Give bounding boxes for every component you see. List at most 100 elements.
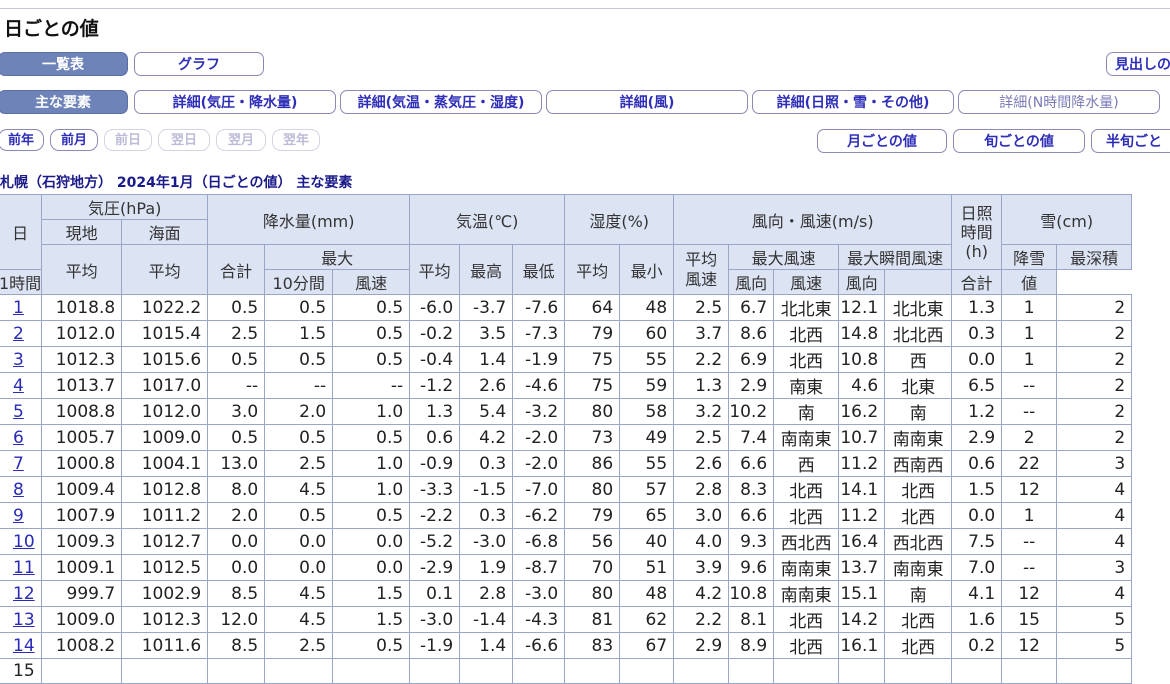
day-cell: 14 <box>0 632 43 659</box>
cell-w-avg: 2.2 <box>673 606 730 633</box>
day-link[interactable]: 8 <box>13 480 24 500</box>
day-link[interactable]: 2 <box>13 324 24 344</box>
day-link[interactable]: 1 <box>13 298 24 318</box>
dekad-values-button[interactable]: 旬ごとの値 <box>953 129 1085 153</box>
half-dekad-values-button[interactable]: 半旬ごと <box>1091 129 1170 153</box>
cell-t-max: -3.7 <box>459 294 514 321</box>
tab-detail-pressure-precip[interactable]: 詳細(気圧・降水量) <box>134 90 336 114</box>
cell-t-max <box>459 658 514 684</box>
cell-w-max-dir: 北西 <box>773 320 840 347</box>
cell-p-st: 1009.4 <box>41 476 123 503</box>
cell-snowfall: -- <box>1001 554 1058 581</box>
cell-t-max: -1.4 <box>459 606 514 633</box>
day-link[interactable]: 9 <box>13 506 24 526</box>
cell-t-min: -1.9 <box>512 346 566 373</box>
cell-g-dir: 北北東 <box>884 294 953 321</box>
tab-detail-sunshine-snow[interactable]: 詳細(日照・雪・その他) <box>752 90 954 114</box>
cell-sun: 0.2 <box>951 632 1003 659</box>
day-link[interactable]: 7 <box>13 454 24 474</box>
day-link[interactable]: 4 <box>13 376 24 396</box>
cell-w-avg: 4.2 <box>673 580 730 607</box>
header-max-wind: 最大風速 <box>728 244 840 270</box>
cell-sun: 4.1 <box>951 580 1003 607</box>
day-cell: 9 <box>0 502 43 529</box>
table-row: 15 <box>0 658 1133 684</box>
cell-t-avg: -1.9 <box>409 632 461 659</box>
cell-g-max: 13.7 <box>838 554 886 581</box>
cell-w-max: 2.9 <box>728 372 775 399</box>
cell-w-avg: 1.3 <box>673 372 730 399</box>
day-cell: 7 <box>0 450 43 477</box>
day-link[interactable]: 11 <box>13 558 35 578</box>
table-row: 4 1013.7 1017.0 -- -- -- -1.2 2.6 -4.6 75 59 1.3 2.9… <box>0 372 1133 399</box>
cell-h-avg: 80 <box>564 580 621 607</box>
cell-g-max: 14.8 <box>838 320 886 347</box>
cell-h-avg: 75 <box>564 346 621 373</box>
day-link[interactable]: 14 <box>13 636 35 656</box>
cell-g-max: 16.2 <box>838 398 886 425</box>
cell-sun: 0.0 <box>951 502 1003 529</box>
cell-t-max: 1.4 <box>459 632 514 659</box>
cell-sun <box>951 658 1003 684</box>
cell-h-avg: 83 <box>564 632 621 659</box>
day-link[interactable]: 6 <box>13 428 24 448</box>
cell-h-avg: 81 <box>564 606 621 633</box>
cell-pr-tot: 2.0 <box>207 502 266 529</box>
cell-t-avg <box>409 658 461 684</box>
cell-g-max: 12.1 <box>838 294 886 321</box>
day-link[interactable]: 5 <box>13 402 24 422</box>
header-snow: 雪(cm) <box>1001 194 1133 245</box>
cell-p-st <box>41 658 123 684</box>
next-month-button: 翌月 <box>216 129 266 151</box>
prev-year-button[interactable]: 前年 <box>0 129 44 151</box>
cell-t-max: -3.0 <box>459 528 514 555</box>
prev-month-button[interactable]: 前月 <box>50 129 98 151</box>
cell-g-dir: 南南東 <box>884 554 953 581</box>
cell-t-min <box>512 658 566 684</box>
cell-w-avg: 3.0 <box>673 502 730 529</box>
header-pressure: 気圧(hPa) <box>41 194 209 220</box>
cell-t-avg: -2.9 <box>409 554 461 581</box>
cell-p-sea: 1015.6 <box>121 346 209 373</box>
cell-pr-1h: 0.5 <box>264 502 334 529</box>
cell-p-st: 1013.7 <box>41 372 123 399</box>
cell-snowfall: 1 <box>1001 346 1058 373</box>
tab-detail-n-hour-precip[interactable]: 詳細(N時間降水量) <box>958 90 1160 114</box>
cell-t-max: 2.8 <box>459 580 514 607</box>
daily-values-table: 日 気圧(hPa) 降水量(mm) 気温(℃) 湿度(%) 風向・風速(m/s)… <box>0 194 1133 684</box>
day-link[interactable]: 3 <box>13 350 24 370</box>
cell-g-max: 16.1 <box>838 632 886 659</box>
cell-pr-tot: 3.0 <box>207 398 266 425</box>
day-link[interactable]: 13 <box>13 610 35 630</box>
cell-h-avg: 79 <box>564 502 621 529</box>
next-year-button: 翌年 <box>272 129 320 151</box>
header-button[interactable]: 見出しの <box>1106 52 1170 76</box>
cell-pr-tot: 0.5 <box>207 424 266 451</box>
cell-g-dir: 南南東 <box>884 424 953 451</box>
tab-list[interactable]: 一覧表 <box>0 52 128 76</box>
table-row: 10 1009.3 1012.7 0.0 0.0 0.0 -5.2 -3.0 -6.8 56 40 4… <box>0 528 1133 555</box>
table-caption: 札幌（石狩地方） 2024年1月（日ごとの値） 主な要素 <box>0 175 353 191</box>
header-total: 合計 <box>207 244 266 295</box>
cell-t-min: -6.8 <box>512 528 566 555</box>
cell-w-max: 9.6 <box>728 554 775 581</box>
tab-main-elements[interactable]: 主な要素 <box>0 90 128 114</box>
cell-t-avg: -1.2 <box>409 372 461 399</box>
monthly-values-button[interactable]: 月ごとの値 <box>817 129 947 153</box>
header-highest: 最高 <box>459 244 514 295</box>
tab-detail-temp-humidity[interactable]: 詳細(気温・蒸気圧・湿度) <box>340 90 542 114</box>
cell-pr-10m: 1.5 <box>332 606 411 633</box>
cell-pr-tot: 8.5 <box>207 580 266 607</box>
cell-g-max: 14.1 <box>838 476 886 503</box>
header-max-depth: 最深積 <box>1056 244 1133 270</box>
tab-detail-wind[interactable]: 詳細(風) <box>546 90 748 114</box>
tab-graph[interactable]: グラフ <box>134 52 264 76</box>
cell-sun: 2.9 <box>951 424 1003 451</box>
cell-pr-1h: 4.5 <box>264 580 334 607</box>
cell-pr-1h: 0.0 <box>264 554 334 581</box>
day-cell: 15 <box>0 658 43 684</box>
day-link[interactable]: 12 <box>13 584 35 604</box>
day-link[interactable]: 10 <box>13 532 35 552</box>
cell-h-min: 48 <box>619 294 675 321</box>
table-row: 12 999.7 1002.9 8.5 4.5 1.5 0.1 2.8 -3.0 80 48 4.2 1… <box>0 580 1133 607</box>
